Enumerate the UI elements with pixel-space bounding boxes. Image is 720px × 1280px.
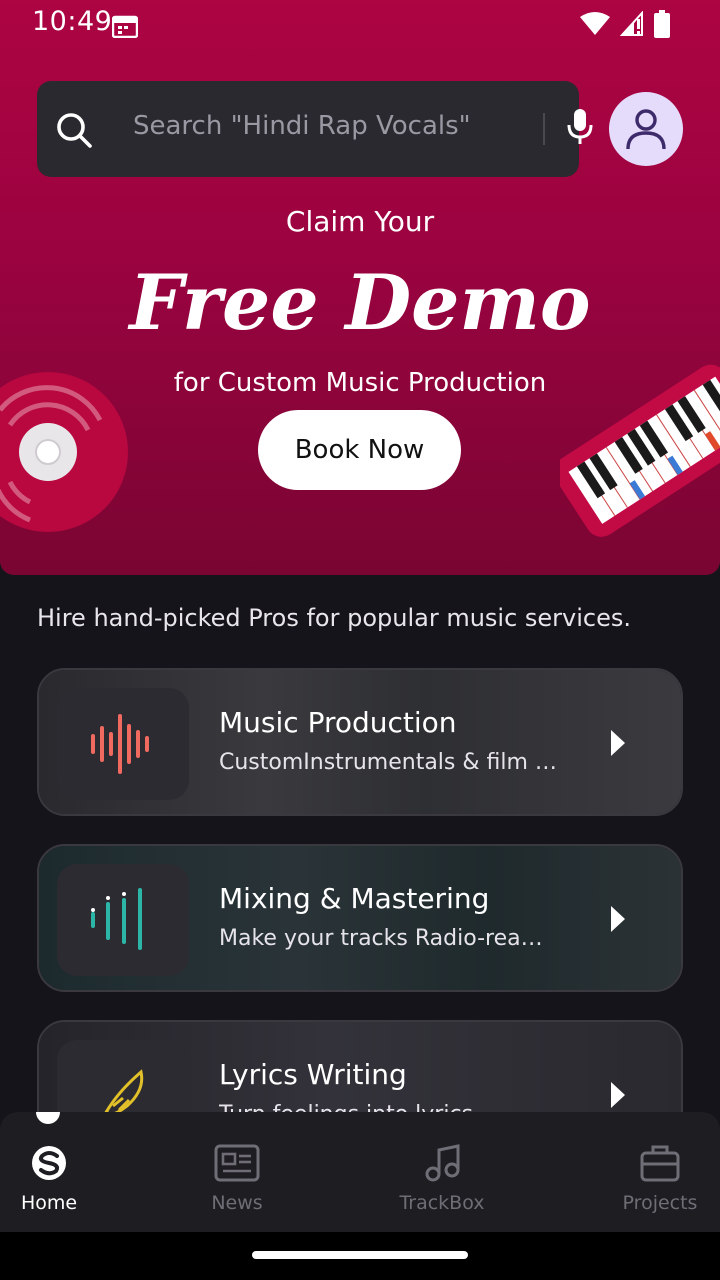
nav-label: News bbox=[211, 1192, 263, 1214]
news-icon bbox=[214, 1144, 260, 1182]
status-time: 10:49 bbox=[32, 6, 113, 37]
status-icons bbox=[580, 10, 670, 38]
music-note-icon bbox=[425, 1144, 460, 1182]
chevron-right-icon[interactable] bbox=[609, 728, 629, 762]
search-placeholder[interactable]: Search "Hindi Rap Vocals" bbox=[133, 111, 471, 141]
status-bar: 10:49 bbox=[0, 0, 720, 48]
system-navigation-bar bbox=[0, 1232, 720, 1280]
service-title: Lyrics Writing bbox=[219, 1058, 407, 1091]
nav-label: Home bbox=[20, 1192, 78, 1214]
hero-headline: Free Demo bbox=[129, 258, 591, 347]
briefcase-icon bbox=[640, 1145, 680, 1182]
home-logo-icon bbox=[32, 1146, 66, 1180]
service-card-music-production[interactable]: Music Production CustomInstrumentals & f… bbox=[37, 668, 683, 816]
battery-icon bbox=[654, 10, 670, 38]
nav-item-news[interactable]: News bbox=[204, 1144, 270, 1214]
nav-item-home[interactable]: Home bbox=[18, 1144, 80, 1214]
hire-pros-text: Hire hand-picked Pros for popular music … bbox=[37, 604, 631, 632]
service-title: Mixing & Mastering bbox=[219, 882, 490, 915]
active-tab-indicator bbox=[36, 1112, 60, 1124]
hero-claim-text: Claim Your bbox=[285, 205, 435, 238]
search-divider bbox=[543, 113, 545, 145]
keyboard-illustration bbox=[553, 352, 720, 556]
levels-icon bbox=[57, 864, 189, 976]
service-subtitle: Make your tracks Radio-rea… bbox=[219, 926, 543, 951]
nav-label: Projects bbox=[622, 1192, 698, 1214]
service-card-mixing-mastering[interactable]: Mixing & Mastering Make your tracks Radi… bbox=[37, 844, 683, 992]
nav-item-projects[interactable]: Projects bbox=[616, 1144, 704, 1214]
book-now-button[interactable]: Book Now bbox=[258, 410, 461, 490]
search-icon[interactable] bbox=[55, 111, 93, 153]
service-subtitle: CustomInstrumentals & film … bbox=[219, 750, 557, 775]
profile-avatar[interactable] bbox=[609, 92, 683, 166]
waveform-icon bbox=[57, 688, 189, 800]
microphone-icon[interactable] bbox=[566, 107, 594, 151]
chevron-right-icon[interactable] bbox=[609, 1080, 629, 1114]
signal-icon bbox=[620, 11, 643, 36]
wifi-icon bbox=[580, 12, 610, 35]
nav-label: TrackBox bbox=[399, 1192, 485, 1214]
calendar-icon bbox=[111, 14, 139, 42]
user-icon bbox=[626, 109, 666, 150]
vinyl-record-illustration bbox=[0, 370, 130, 539]
nav-item-trackbox[interactable]: TrackBox bbox=[392, 1144, 492, 1214]
chevron-right-icon[interactable] bbox=[609, 904, 629, 938]
service-title: Music Production bbox=[219, 706, 457, 739]
search-bar[interactable]: Search "Hindi Rap Vocals" bbox=[37, 81, 593, 177]
bottom-navigation: Home News TrackBox Projects bbox=[0, 1112, 720, 1232]
hero-banner: 10:49 Search "Hindi Rap Vocals" Claim Yo… bbox=[0, 0, 720, 575]
home-gesture-pill[interactable] bbox=[252, 1251, 468, 1259]
